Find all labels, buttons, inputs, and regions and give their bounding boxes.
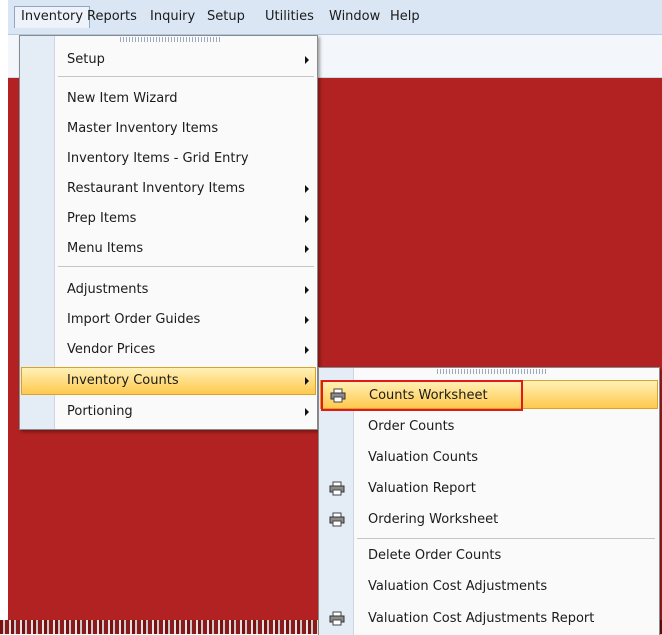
- menu-inquiry[interactable]: Inquiry: [144, 6, 201, 28]
- menu-bar: Inventory Reports Inquiry Setup Utilitie…: [8, 0, 662, 35]
- submenu-item-label: Ordering Worksheet: [368, 512, 499, 527]
- submenu-item-label: Valuation Cost Adjustments Report: [368, 611, 595, 626]
- submenu-item-order-counts[interactable]: Order Counts: [320, 412, 658, 441]
- menu-item-label: Restaurant Inventory Items: [67, 181, 245, 196]
- menu-utilities[interactable]: Utilities: [259, 6, 320, 28]
- menu-item-prep-items[interactable]: Prep Items: [21, 204, 316, 233]
- menu-separator: [357, 538, 655, 539]
- submenu-arrow-icon: [305, 377, 309, 385]
- submenu-item-valuation-counts[interactable]: Valuation Counts: [320, 443, 658, 472]
- submenu-item-valuation-cost-adjustments-report[interactable]: Valuation Cost Adjustments Report: [320, 604, 658, 633]
- menu-setup[interactable]: Setup: [201, 6, 251, 28]
- focus-highlight-box: [321, 380, 523, 411]
- printer-icon: [329, 481, 345, 496]
- menu-item-label: New Item Wizard: [67, 91, 178, 106]
- menu-window[interactable]: Window: [323, 6, 386, 28]
- menu-item-inventory-items-grid-entry[interactable]: Inventory Items - Grid Entry: [21, 144, 316, 173]
- submenu-item-label: Order Counts: [368, 419, 455, 434]
- printer-icon: [329, 512, 345, 527]
- menu-item-master-inventory-items[interactable]: Master Inventory Items: [21, 114, 316, 143]
- menu-item-label: Inventory Counts: [67, 373, 179, 388]
- submenu-item-label: Valuation Counts: [368, 450, 479, 465]
- menu-item-new-item-wizard[interactable]: New Item Wizard: [21, 84, 316, 113]
- submenu-arrow-icon: [305, 56, 309, 64]
- menu-separator: [58, 266, 314, 267]
- submenu-arrow-icon: [305, 286, 309, 294]
- menu-grip[interactable]: [437, 369, 547, 374]
- submenu-item-label: Valuation Report: [368, 481, 476, 496]
- menu-inventory[interactable]: Inventory: [14, 6, 91, 28]
- submenu-item-ordering-worksheet[interactable]: Ordering Worksheet: [320, 505, 658, 534]
- submenu-item-label: Delete Order Counts: [368, 548, 502, 563]
- menu-item-label: Import Order Guides: [67, 312, 201, 327]
- submenu-item-valuation-report[interactable]: Valuation Report: [320, 474, 658, 503]
- submenu-item-delete-order-counts[interactable]: Delete Order Counts: [320, 541, 658, 570]
- inventory-counts-submenu: Counts Worksheet Order Counts Valuation …: [318, 367, 660, 635]
- submenu-arrow-icon: [305, 346, 309, 354]
- submenu-arrow-icon: [305, 245, 309, 253]
- menu-item-vendor-prices[interactable]: Vendor Prices: [21, 335, 316, 364]
- submenu-item-label: Valuation Cost Adjustments: [368, 579, 548, 594]
- submenu-arrow-icon: [305, 215, 309, 223]
- menu-item-label: Menu Items: [67, 241, 144, 256]
- submenu-arrow-icon: [305, 408, 309, 416]
- submenu-arrow-icon: [305, 316, 309, 324]
- menu-item-inventory-counts[interactable]: Inventory Counts: [21, 367, 316, 395]
- menu-help[interactable]: Help: [384, 6, 426, 28]
- printer-icon: [329, 611, 345, 626]
- menu-grip[interactable]: [120, 37, 220, 42]
- menu-item-menu-items[interactable]: Menu Items: [21, 234, 316, 263]
- menu-item-label: Portioning: [67, 404, 133, 419]
- menu-item-label: Prep Items: [67, 211, 137, 226]
- menu-item-import-order-guides[interactable]: Import Order Guides: [21, 305, 316, 334]
- menu-item-adjustments[interactable]: Adjustments: [21, 275, 316, 304]
- inventory-dropdown-menu: Setup New Item Wizard Master Inventory I…: [19, 35, 318, 430]
- menu-item-restaurant-inventory-items[interactable]: Restaurant Inventory Items: [21, 174, 316, 203]
- menu-item-setup[interactable]: Setup: [21, 45, 316, 74]
- submenu-arrow-icon: [305, 185, 309, 193]
- menu-item-label: Master Inventory Items: [67, 121, 219, 136]
- menu-item-label: Inventory Items - Grid Entry: [67, 151, 249, 166]
- menu-item-portioning[interactable]: Portioning: [21, 397, 316, 426]
- menu-item-label: Vendor Prices: [67, 342, 156, 357]
- submenu-item-valuation-cost-adjustments[interactable]: Valuation Cost Adjustments: [320, 572, 658, 601]
- menu-item-label: Adjustments: [67, 282, 149, 297]
- menu-item-label: Setup: [67, 52, 105, 67]
- menu-reports[interactable]: Reports: [81, 6, 143, 28]
- menu-separator: [58, 76, 314, 77]
